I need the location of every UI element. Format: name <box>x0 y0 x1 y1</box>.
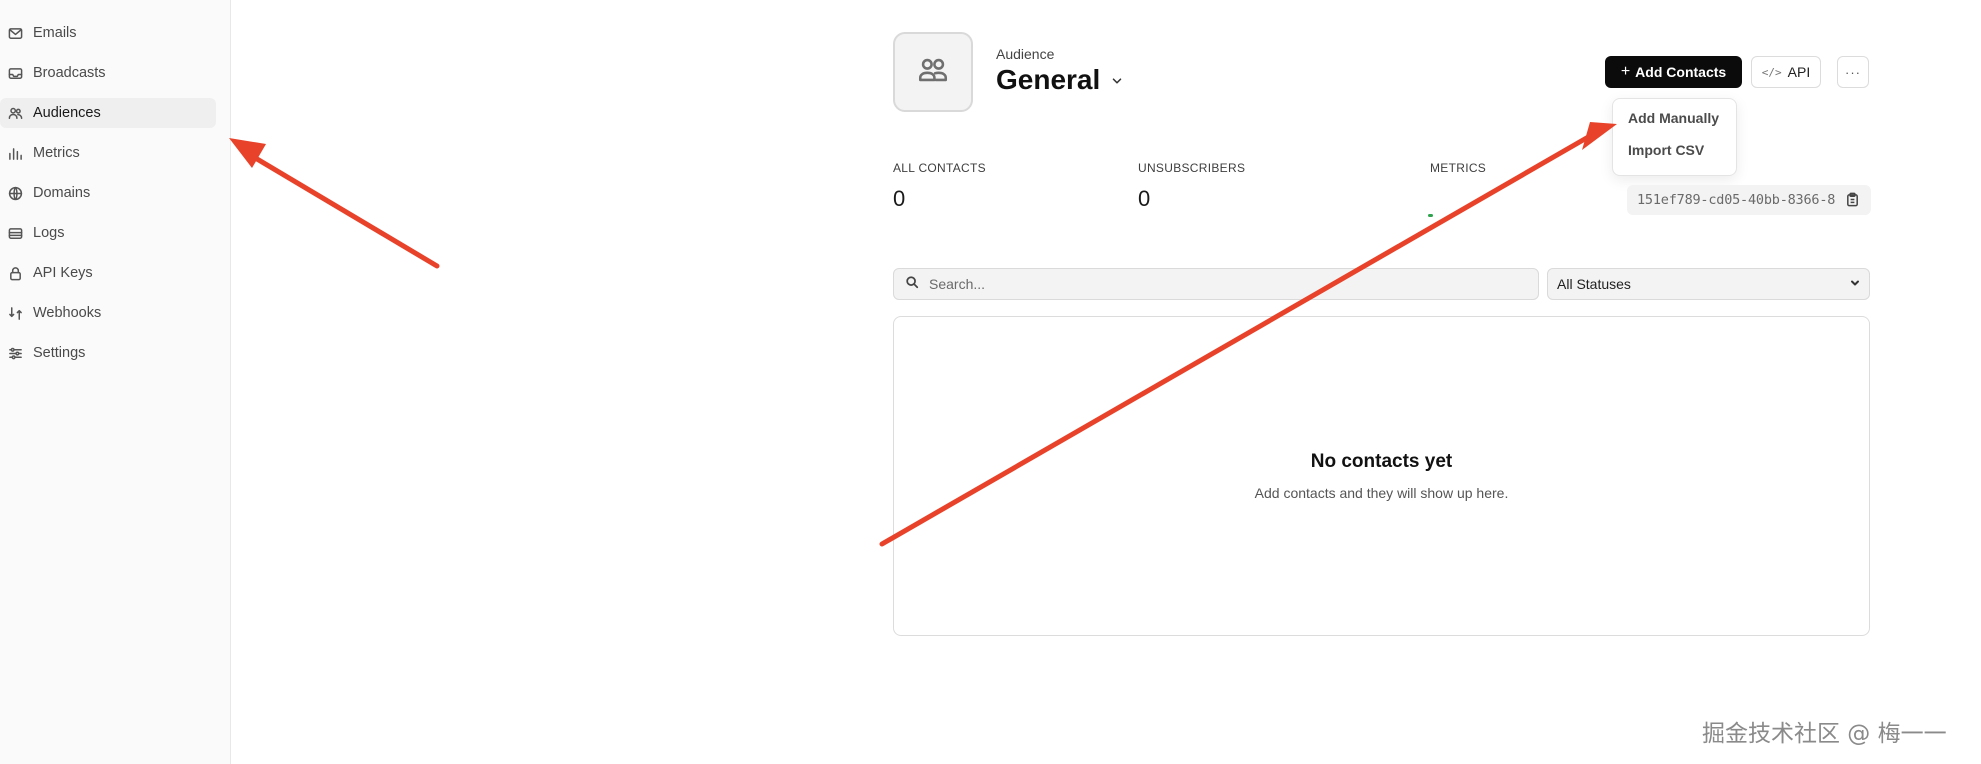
sidebar-item-broadcasts[interactable]: Broadcasts <box>0 58 216 88</box>
code-icon: </> <box>1761 65 1782 79</box>
users-icon <box>916 53 950 92</box>
sidebar-item-settings[interactable]: Settings <box>0 338 216 368</box>
audience-caption: Audience <box>996 46 1055 62</box>
webhook-icon <box>6 304 24 322</box>
status-filter-value: All Statuses <box>1557 276 1631 292</box>
sidebar-item-label: Webhooks <box>33 305 102 321</box>
sidebar-nav: Emails Broadcasts Audiences Metrics Doma… <box>0 18 216 378</box>
sidebar-item-label: Settings <box>33 345 86 361</box>
watermark: 掘金技术社区 @ 梅一一 <box>1702 721 1947 747</box>
sidebar-item-label: Metrics <box>33 145 80 161</box>
sidebar-item-label: Emails <box>33 25 77 41</box>
sidebar-item-webhooks[interactable]: Webhooks <box>0 298 216 328</box>
sidebar-item-label: Audiences <box>33 105 101 121</box>
sidebar-item-api-keys[interactable]: API Keys <box>0 258 216 288</box>
globe-icon <box>6 184 24 202</box>
users-icon <box>6 104 24 122</box>
empty-state-title: No contacts yet <box>1310 451 1453 472</box>
status-filter-select[interactable]: All Statuses <box>1547 268 1870 300</box>
audience-title[interactable]: General <box>996 64 1100 96</box>
sidebar-item-label: Logs <box>33 225 65 241</box>
sidebar: Emails Broadcasts Audiences Metrics Doma… <box>0 0 231 764</box>
api-label: API <box>1787 64 1811 80</box>
more-icon: ··· <box>1845 64 1861 80</box>
audience-id: 151ef789-cd05-40bb-8366-8 <box>1637 192 1836 208</box>
arrow-head <box>229 138 266 168</box>
audience-id-chip: 151ef789-cd05-40bb-8366-8 <box>1627 185 1871 215</box>
lock-icon <box>6 264 24 282</box>
annotation-arrow-audiences <box>229 138 440 269</box>
add-contacts-dropdown: Add Manually Import CSV <box>1612 98 1737 176</box>
sidebar-item-metrics[interactable]: Metrics <box>0 138 216 168</box>
sidebar-item-emails[interactable]: Emails <box>0 18 216 48</box>
arrow-shaft <box>249 153 440 269</box>
unsubscribers-label: UNSUBSCRIBERS <box>1138 161 1246 175</box>
search-icon <box>905 275 919 294</box>
sidebar-item-logs[interactable]: Logs <box>0 218 216 248</box>
metrics-label: METRICS <box>1430 161 1487 175</box>
all-contacts-label: ALL CONTACTS <box>893 161 986 175</box>
sidebar-item-label: Broadcasts <box>33 65 106 81</box>
inbox-icon <box>6 64 24 82</box>
metrics-indicator <box>1428 214 1433 217</box>
unsubscribers-value: 0 <box>1138 186 1151 211</box>
add-contacts-label: Add Contacts <box>1635 64 1727 80</box>
audience-avatar <box>893 32 973 112</box>
mail-icon <box>6 24 24 42</box>
bar-chart-icon <box>6 144 24 162</box>
chevron-down-icon[interactable] <box>1110 74 1126 90</box>
plus-icon: + <box>1620 63 1631 80</box>
empty-state-subtitle: Add contacts and they will show up here. <box>1254 485 1509 501</box>
logs-icon <box>6 224 24 242</box>
more-button[interactable]: ··· <box>1837 56 1869 88</box>
menu-item-import-csv[interactable]: Import CSV <box>1628 142 1736 174</box>
clipboard-icon[interactable] <box>1845 192 1861 208</box>
search-box[interactable] <box>893 268 1539 300</box>
sidebar-item-audiences[interactable]: Audiences <box>0 98 216 128</box>
sidebar-item-domains[interactable]: Domains <box>0 178 216 208</box>
contacts-panel: No contacts yet Add contacts and they wi… <box>893 316 1870 636</box>
sliders-icon <box>6 344 24 362</box>
add-contacts-button[interactable]: + Add Contacts <box>1605 56 1742 88</box>
sidebar-item-label: Domains <box>33 185 91 201</box>
sidebar-item-label: API Keys <box>33 265 93 281</box>
all-contacts-value: 0 <box>893 186 906 211</box>
chevron-down-icon <box>1849 276 1861 292</box>
search-input[interactable] <box>929 276 1509 292</box>
api-button[interactable]: </> API <box>1751 56 1821 88</box>
menu-item-add-manually[interactable]: Add Manually <box>1628 110 1736 142</box>
